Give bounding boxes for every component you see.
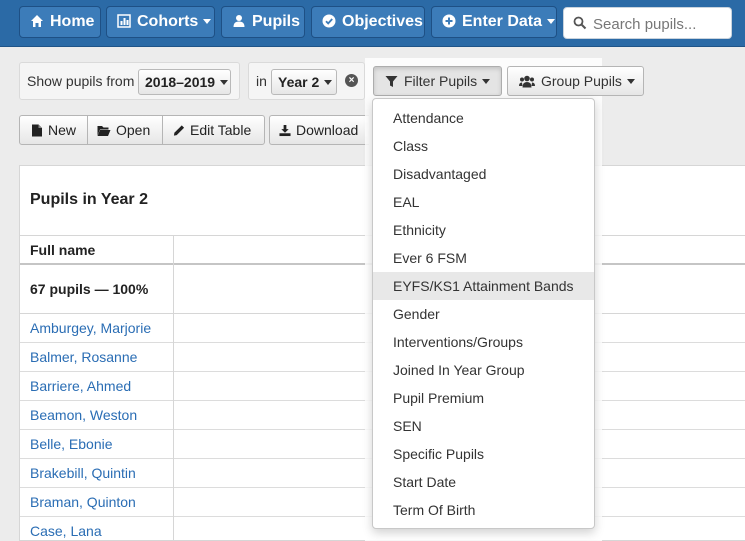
filter-menu-item[interactable]: Attendance — [373, 104, 594, 132]
table-caption: Pupils in Year 2 — [30, 191, 148, 208]
year-group-select[interactable]: Year 2 — [271, 69, 337, 95]
download-button[interactable]: Download — [269, 115, 369, 145]
filter-menu-item[interactable]: Ethnicity — [373, 216, 594, 244]
chevron-down-icon — [324, 80, 333, 85]
search-box — [563, 7, 732, 39]
show-from-label: Show pupils from — [27, 73, 135, 89]
pupil-link[interactable]: Braman, Quinton — [30, 494, 136, 510]
open-button[interactable]: Open — [87, 115, 163, 145]
year-range-select[interactable]: 2018–2019 — [138, 69, 231, 95]
filter-menu-item[interactable]: Term Of Birth — [373, 496, 594, 524]
filter-menu-item[interactable]: Start Date — [373, 468, 594, 496]
full-name-header[interactable]: Full name — [30, 242, 95, 258]
folder-open-icon — [97, 126, 111, 136]
check-circle-icon — [322, 14, 336, 28]
pupil-link[interactable]: Amburgey, Marjorie — [30, 320, 151, 336]
year-group-panel: in Year 2 × — [248, 62, 365, 100]
filter-pupils-menu: Attendance Class Disadvantaged EAL Ethni… — [372, 98, 595, 529]
filter-pupils-label: Filter Pupils — [404, 73, 478, 89]
year-group-value: Year 2 — [278, 74, 320, 90]
filter-menu-item[interactable]: Gender — [373, 300, 594, 328]
filter-menu-item[interactable]: EAL — [373, 188, 594, 216]
search-input[interactable] — [591, 12, 730, 36]
filter-menu-item[interactable]: Class — [373, 132, 594, 160]
filter-pupils-button[interactable]: Filter Pupils — [373, 66, 502, 96]
nav-enter-data-label: Enter Data — [462, 13, 543, 30]
chevron-down-icon — [482, 79, 491, 84]
nav-pupils-button[interactable]: Pupils — [221, 6, 305, 38]
nav-cohorts-label: Cohorts — [137, 13, 199, 30]
nav-cohorts-button[interactable]: Cohorts — [106, 6, 215, 38]
group-pupils-label: Group Pupils — [541, 73, 622, 89]
new-button[interactable]: New — [19, 115, 88, 145]
nav-enter-data-button[interactable]: Enter Data — [431, 6, 557, 38]
year-range-panel: Show pupils from 2018–2019 — [19, 62, 240, 100]
pupil-link[interactable]: Belle, Ebonie — [30, 436, 113, 452]
top-navbar: Home Cohorts Pupils Objectives Enter Dat… — [0, 0, 745, 47]
pupil-link[interactable]: Case, Lana — [30, 523, 102, 539]
search-icon — [573, 16, 587, 30]
pupil-link[interactable]: Balmer, Rosanne — [30, 349, 137, 365]
year-range-value: 2018–2019 — [145, 74, 216, 90]
filter-icon — [385, 76, 398, 87]
user-icon — [233, 15, 245, 27]
chevron-down-icon — [626, 79, 635, 84]
chevron-down-icon — [547, 19, 556, 24]
filter-menu-item[interactable]: Interventions/Groups — [373, 328, 594, 356]
nav-objectives-label: Objectives — [342, 13, 423, 30]
column-divider — [173, 235, 174, 540]
nav-home-button[interactable]: Home — [19, 6, 101, 38]
clear-year-icon[interactable]: × — [345, 74, 358, 87]
pupil-link[interactable]: Beamon, Weston — [30, 407, 137, 423]
users-icon — [519, 75, 535, 88]
chevron-down-icon — [203, 19, 212, 24]
filter-menu-item[interactable]: SEN — [373, 412, 594, 440]
filter-menu-item-highlighted[interactable]: EYFS/KS1 Attainment Bands — [373, 272, 594, 300]
download-label: Download — [296, 122, 359, 138]
pupil-link[interactable]: Brakebill, Quintin — [30, 465, 136, 481]
filter-menu-item[interactable]: Ever 6 FSM — [373, 244, 594, 272]
open-label: Open — [116, 122, 151, 138]
summary-text: 67 pupils — 100% — [30, 281, 149, 297]
new-label: New — [48, 122, 77, 138]
nav-home-label: Home — [50, 13, 95, 30]
pencil-icon — [173, 125, 185, 136]
group-pupils-button[interactable]: Group Pupils — [507, 66, 644, 96]
bar-chart-icon — [117, 14, 131, 28]
plus-circle-icon — [442, 14, 456, 28]
filter-menu-item[interactable]: Joined In Year Group — [373, 356, 594, 384]
edit-table-label: Edit Table — [190, 122, 252, 138]
file-icon — [32, 124, 42, 137]
edit-table-button[interactable]: Edit Table — [162, 115, 265, 145]
nav-objectives-button[interactable]: Objectives — [311, 6, 425, 38]
filter-menu-item[interactable]: Specific Pupils — [373, 440, 594, 468]
pupil-link[interactable]: Barriere, Ahmed — [30, 378, 131, 394]
download-icon — [279, 124, 291, 137]
filter-menu-item[interactable]: Pupil Premium — [373, 384, 594, 412]
filter-menu-item[interactable]: Disadvantaged — [373, 160, 594, 188]
in-label: in — [256, 73, 267, 89]
home-icon — [31, 15, 43, 27]
chevron-down-icon — [220, 80, 229, 85]
nav-pupils-label: Pupils — [252, 13, 301, 30]
